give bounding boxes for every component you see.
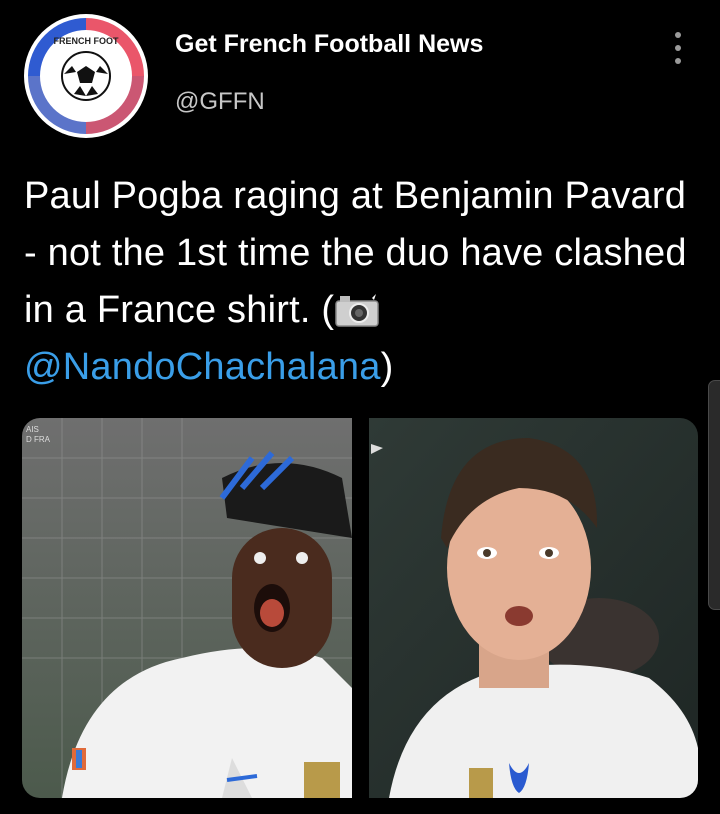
svg-text:FRENCH FOOT: FRENCH FOOT [54, 36, 119, 46]
mention-link[interactable]: @NandoChachalana [24, 346, 381, 388]
pogba-photo: AIS D FRA [22, 418, 352, 798]
svg-text:AIS: AIS [26, 425, 39, 434]
tweet-text: Paul Pogba raging at Benjamin Pavard - n… [24, 168, 694, 396]
media-grid: AIS D FRA [22, 418, 698, 798]
pavard-photo [369, 418, 698, 798]
svg-text:D FRA: D FRA [26, 435, 51, 444]
avatar[interactable]: FRENCH FOOT [24, 14, 148, 138]
more-options-button[interactable] [660, 26, 696, 70]
account-handle[interactable]: @GFFN [175, 88, 265, 116]
scrollbar-handle[interactable] [708, 380, 720, 610]
more-vertical-icon [675, 32, 681, 38]
tweet-closing: ) [380, 346, 394, 388]
tweet-header: FRENCH FOOT Get French Football News @GF… [0, 0, 720, 150]
gffn-logo: FRENCH FOOT [26, 16, 146, 136]
camera-with-flash-icon [335, 294, 379, 327]
photo-right[interactable] [369, 418, 698, 798]
photo-left[interactable]: AIS D FRA [22, 418, 352, 798]
display-name[interactable]: Get French Football News [175, 30, 483, 59]
